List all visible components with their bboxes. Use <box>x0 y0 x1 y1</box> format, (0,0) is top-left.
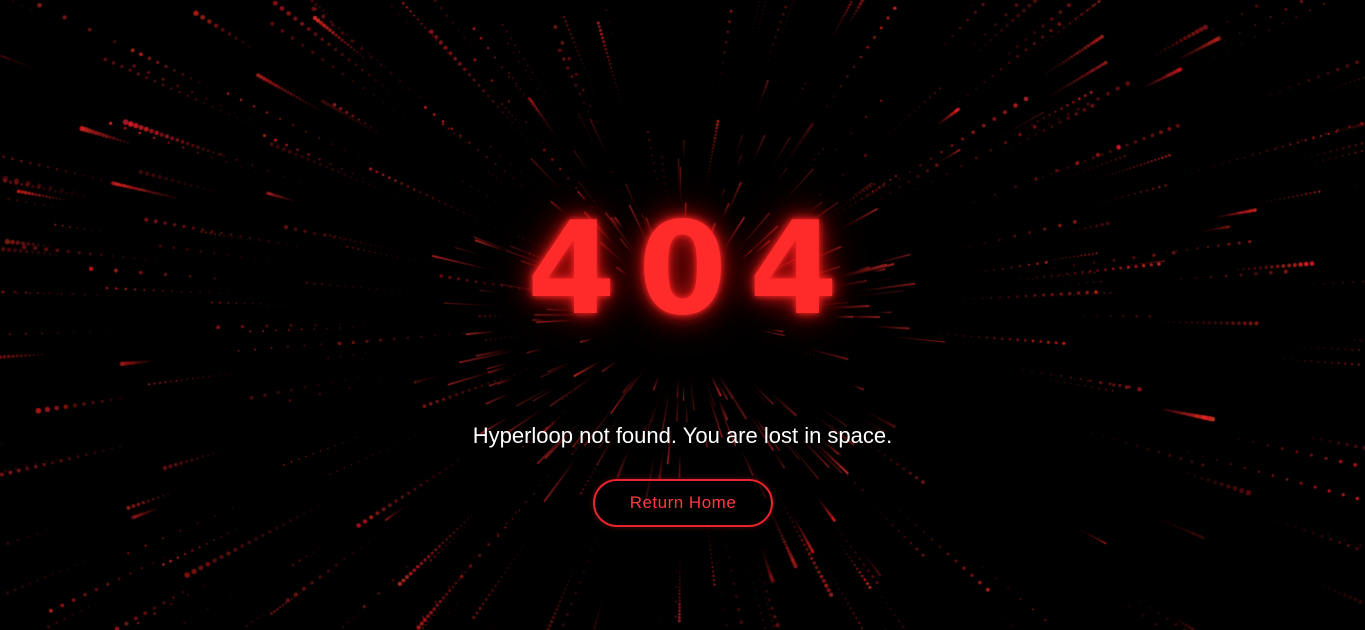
error-message: Hyperloop not found. You are lost in spa… <box>472 423 893 448</box>
error-code-heading: 404 <box>526 195 861 344</box>
error-page-content: 404 Hyperloop not found. You are lost in… <box>0 0 1365 630</box>
return-home-button[interactable]: Return Home <box>593 479 773 527</box>
